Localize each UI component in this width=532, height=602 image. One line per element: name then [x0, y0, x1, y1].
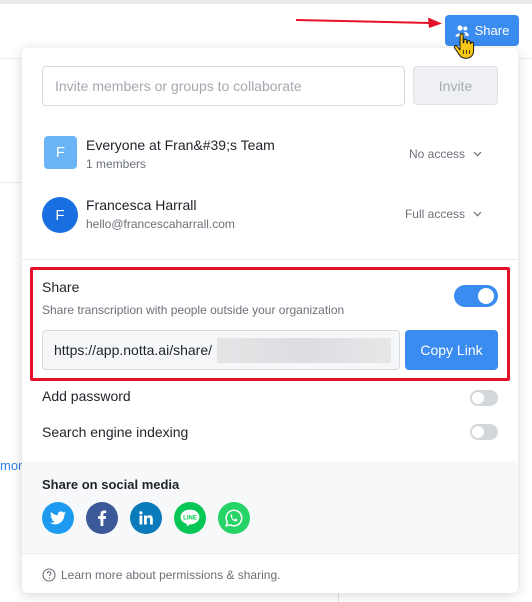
add-password-label: Add password — [42, 388, 131, 404]
access-label: No access — [408, 147, 465, 161]
redacted-link-id — [217, 338, 391, 363]
member-row: F Francesca Harrall hello@francescaharra… — [42, 195, 498, 235]
share-section-description: Share transcription with people outside … — [42, 303, 345, 317]
background-divider — [0, 58, 22, 59]
access-label: Full access — [404, 207, 465, 221]
member-name: Everyone at Fran&#39;s Team — [86, 137, 275, 153]
member-subtitle: 1 members — [86, 157, 147, 171]
help-link[interactable]: Learn more about permissions & sharing. — [42, 568, 280, 582]
member-name: Francesca Harrall — [86, 197, 197, 213]
whatsapp-icon[interactable] — [218, 502, 250, 534]
section-divider — [22, 259, 518, 260]
app-top-bar — [0, 0, 532, 4]
share-toggle[interactable] — [454, 285, 498, 307]
copy-link-button[interactable]: Copy Link — [405, 330, 498, 370]
member-row: F Everyone at Fran&#39;s Team 1 members … — [42, 135, 498, 175]
social-icons-row: LINE — [42, 502, 250, 534]
share-link-text: https://app.notta.ai/share/ — [54, 342, 212, 358]
share-popover: Invite F Everyone at Fran&#39;s Team 1 m… — [22, 48, 518, 593]
toggle-knob — [478, 288, 494, 304]
share-button-label: Share — [474, 23, 510, 38]
team-avatar: F — [44, 136, 77, 169]
section-divider — [22, 553, 518, 554]
search-indexing-label: Search engine indexing — [42, 424, 189, 440]
access-dropdown[interactable]: Full access — [405, 207, 482, 221]
share-link-field[interactable]: https://app.notta.ai/share/ — [42, 330, 400, 370]
toggle-knob — [472, 426, 484, 438]
background-divider — [520, 58, 532, 59]
user-avatar: F — [42, 197, 78, 233]
hand-cursor-icon — [453, 33, 475, 59]
facebook-icon[interactable] — [86, 502, 118, 534]
help-link-text: Learn more about permissions & sharing. — [61, 568, 281, 582]
invite-button[interactable]: Invite — [413, 66, 498, 105]
toggle-knob — [472, 392, 484, 404]
search-indexing-toggle[interactable] — [470, 424, 498, 440]
add-password-toggle[interactable] — [470, 390, 498, 406]
background-divider — [0, 182, 22, 183]
access-dropdown[interactable]: No access — [409, 147, 482, 161]
share-section-title: Share — [42, 279, 80, 295]
chevron-down-icon — [473, 151, 482, 157]
background-link-text[interactable]: mon — [0, 458, 22, 473]
annotation-arrow — [296, 17, 442, 28]
svg-text:LINE: LINE — [183, 515, 197, 521]
social-section-title: Share on social media — [42, 477, 180, 492]
question-circle-icon — [42, 568, 56, 582]
chevron-down-icon — [473, 211, 482, 217]
invite-input[interactable] — [42, 66, 405, 106]
line-icon[interactable]: LINE — [174, 502, 206, 534]
linkedin-icon[interactable] — [130, 502, 162, 534]
member-subtitle: hello@francescaharrall.com — [86, 217, 235, 231]
twitter-icon[interactable] — [42, 502, 74, 534]
